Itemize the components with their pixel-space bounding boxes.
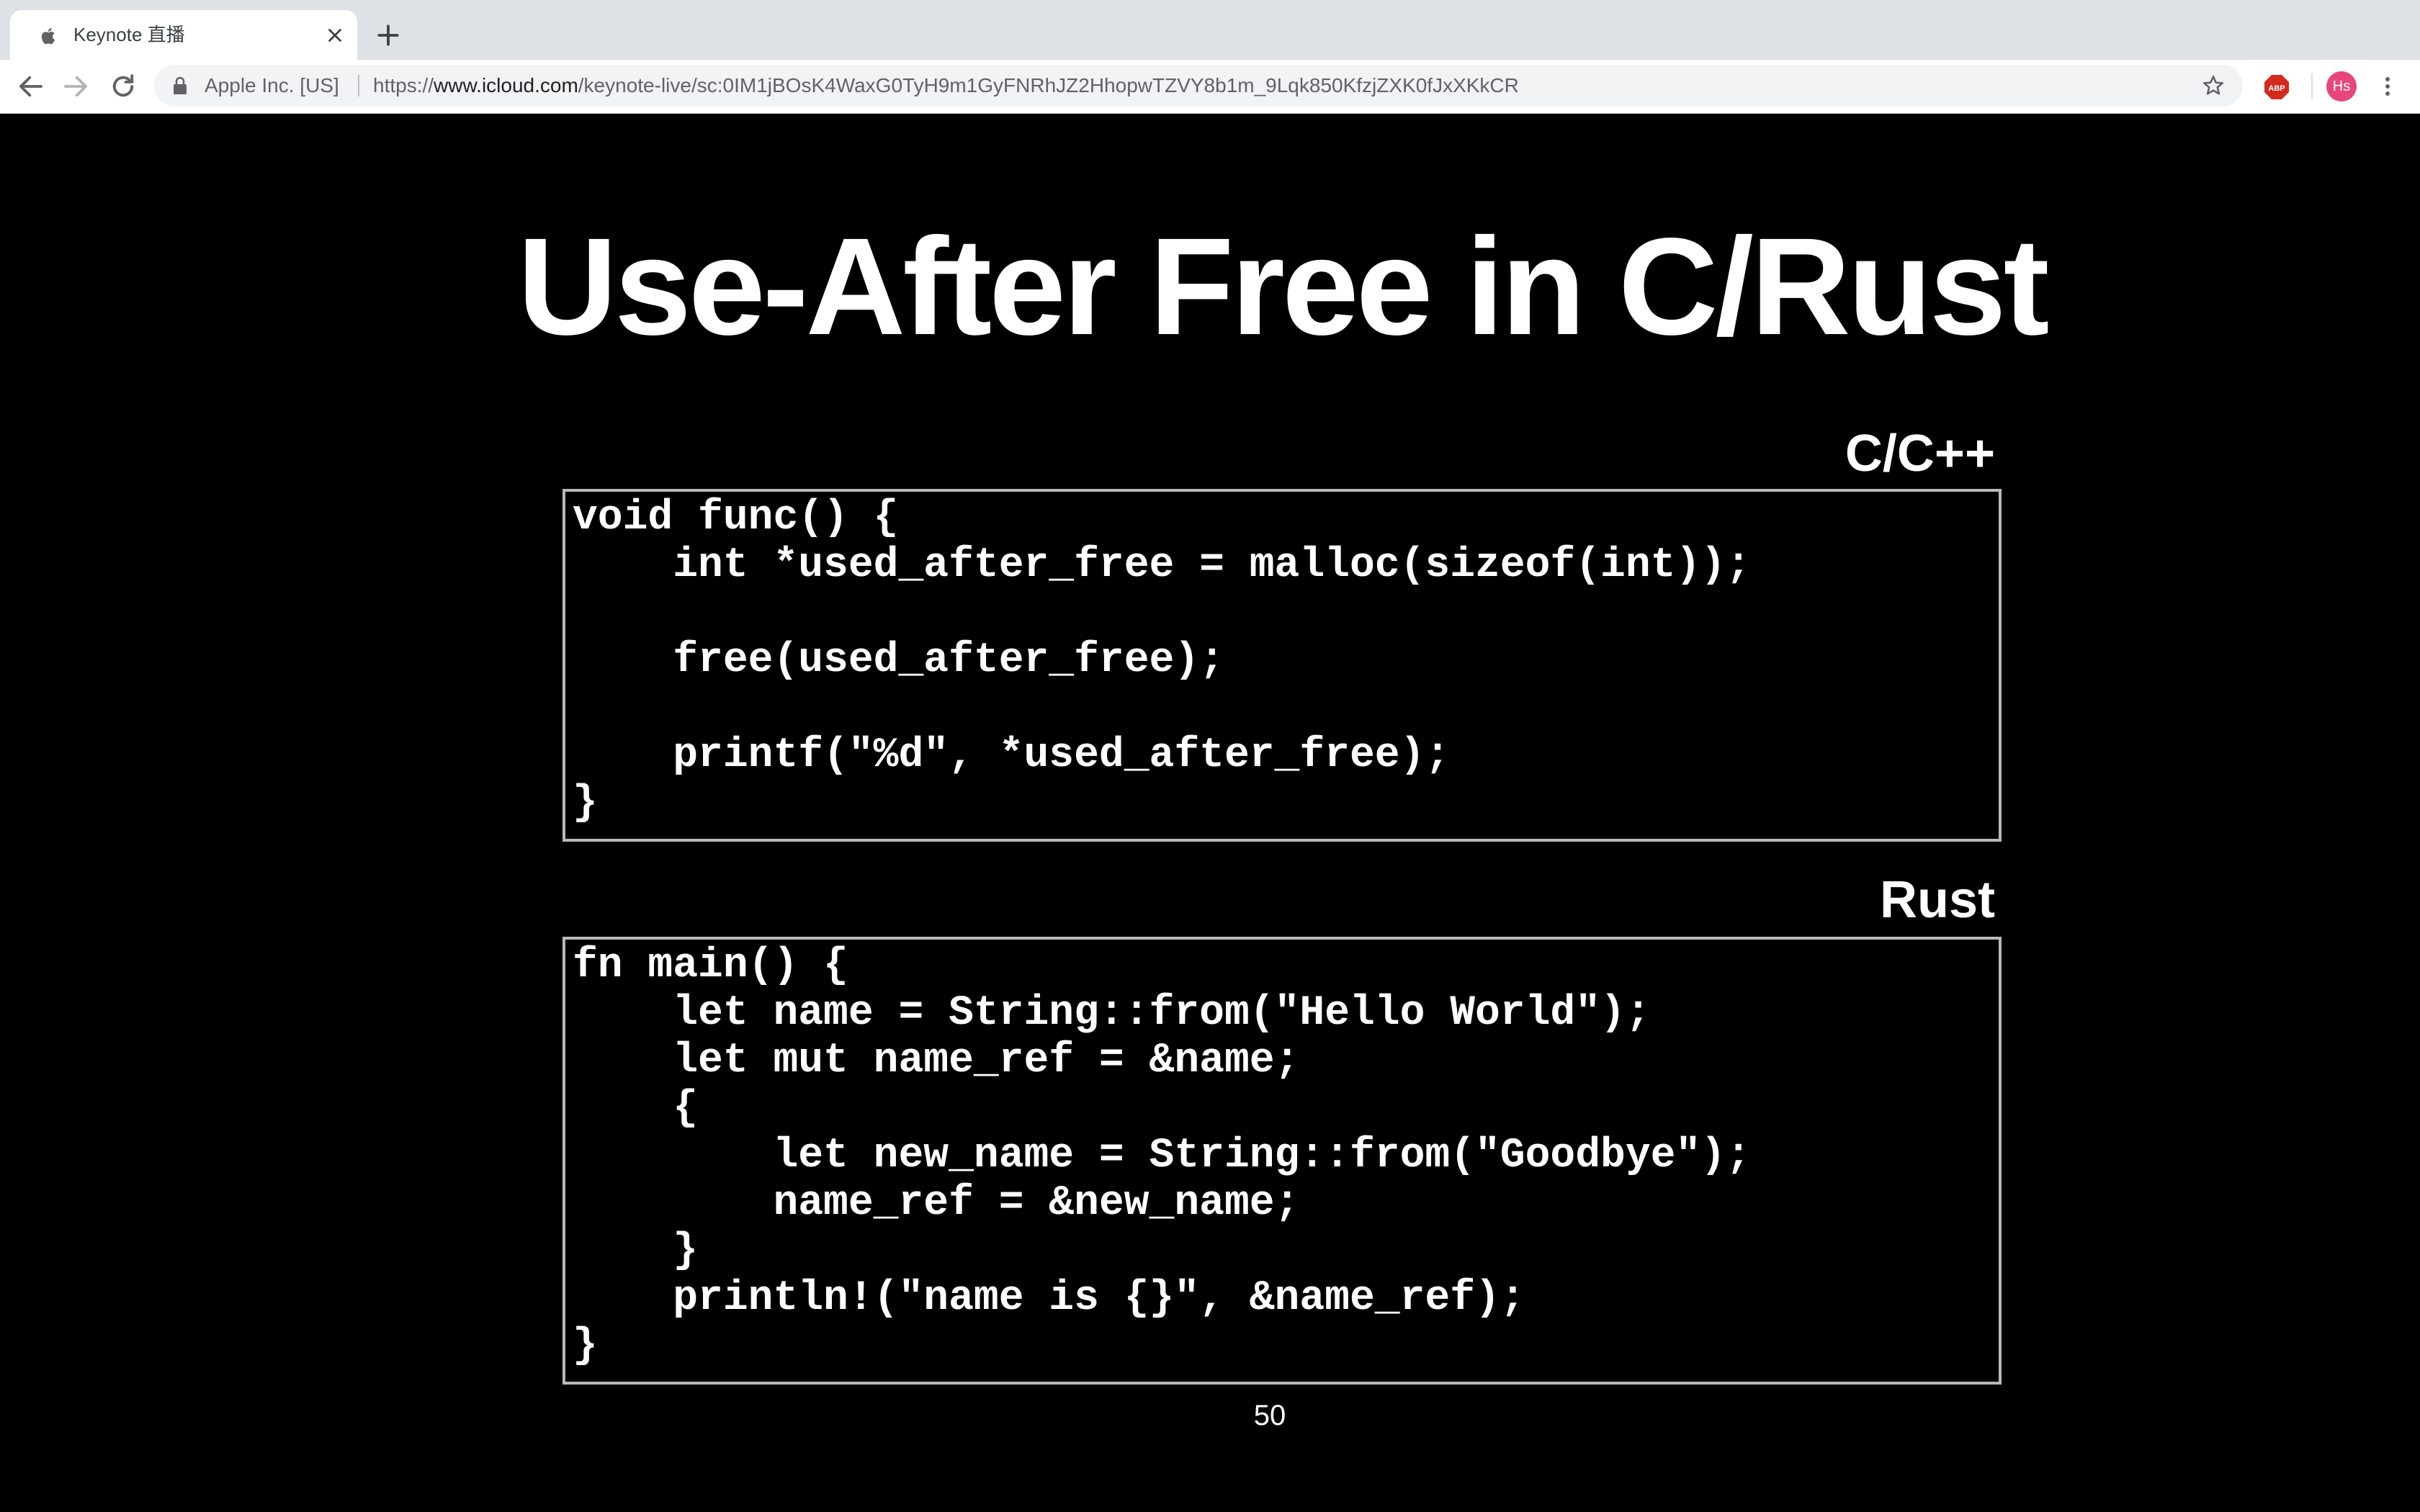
slide-number: 50 <box>1253 1400 1286 1431</box>
browser-toolbar: Apple Inc. [US] https://www.icloud.com/k… <box>0 60 2420 114</box>
kebab-menu-icon[interactable] <box>2377 72 2398 101</box>
omnibox-divider <box>358 75 359 96</box>
url-prefix: https:// <box>373 74 434 96</box>
tab-strip: Keynote 直播 <box>0 0 2420 60</box>
back-arrow-icon[interactable] <box>16 71 46 102</box>
slide-title: Use-After Free in C/Rust <box>517 209 2049 364</box>
certificate-label[interactable]: Apple Inc. [US] <box>205 73 339 98</box>
svg-text:ABP: ABP <box>2268 84 2285 93</box>
url-text[interactable]: https://www.icloud.com/keynote-live/sc:0… <box>373 73 1519 98</box>
address-bar[interactable]: Apple Inc. [US] https://www.icloud.com/k… <box>154 65 2243 107</box>
forward-arrow-icon[interactable] <box>60 71 91 102</box>
lock-icon[interactable] <box>171 76 189 95</box>
c-code-label: C/C++ <box>1845 425 1995 482</box>
url-path: /keynote-live/sc:0IM1jBOsK4WaxG0TyH9m1Gy… <box>578 74 1519 96</box>
active-tab[interactable]: Keynote 直播 <box>10 10 357 60</box>
reload-icon[interactable] <box>108 71 138 102</box>
toolbar-divider <box>2311 73 2313 99</box>
tab-title: Keynote 直播 <box>73 24 185 45</box>
plus-icon[interactable] <box>375 22 402 49</box>
adblock-plus-icon[interactable]: ABP <box>2264 74 2290 100</box>
rust-code-block: fn main() { let name = String::from("Hel… <box>563 937 2002 1385</box>
c-code-text: void func() { int *used_after_free = mal… <box>573 495 1751 827</box>
rust-code-label: Rust <box>1880 871 1995 929</box>
apple-icon <box>41 27 55 45</box>
close-icon[interactable] <box>324 24 346 46</box>
profile-avatar[interactable]: Hs <box>2326 71 2357 102</box>
star-icon[interactable] <box>2201 73 2226 98</box>
c-code-block: void func() { int *used_after_free = mal… <box>563 489 2002 842</box>
url-domain: www.icloud.com <box>434 74 578 96</box>
rust-code-text: fn main() { let name = String::from("Hel… <box>573 942 1751 1369</box>
keynote-slide[interactable]: Use-After Free in C/Rust C/C++ void func… <box>0 114 2420 1512</box>
